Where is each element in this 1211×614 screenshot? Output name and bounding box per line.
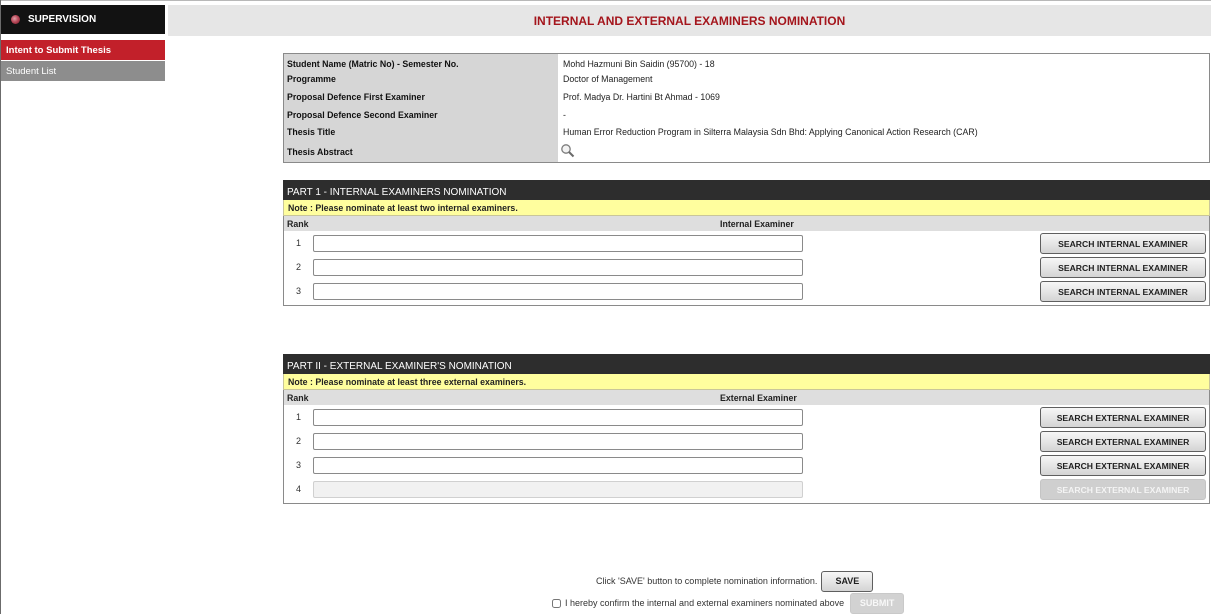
save-instruction: Click 'SAVE' button to complete nominati… — [596, 570, 874, 592]
info-row-thesis-abstract: Thesis Abstract — [284, 144, 1209, 159]
table-header: Rank Internal Examiner — [284, 216, 1209, 231]
col-examiner: External Examiner — [720, 392, 797, 403]
col-examiner: Internal Examiner — [720, 218, 794, 229]
rank-number: 1 — [296, 238, 302, 248]
external-examiners-section: PART II - EXTERNAL EXAMINER'S NOMINATION… — [283, 354, 1210, 504]
info-label: Thesis Abstract — [287, 146, 353, 157]
info-row-student: Student Name (Matric No) - Semester No. … — [284, 56, 1209, 71]
window-top-border — [0, 0, 1211, 1]
confirm-row: I hereby confirm the internal and extern… — [552, 592, 905, 614]
rank-number: 4 — [296, 484, 302, 494]
info-label: Student Name (Matric No) - Semester No. — [287, 58, 459, 69]
col-rank: Rank — [287, 218, 309, 229]
external-examiner-input-3[interactable] — [313, 457, 803, 474]
section-title: PART II - EXTERNAL EXAMINER'S NOMINATION — [283, 354, 1210, 374]
table-row: 2 SEARCH INTERNAL EXAMINER — [284, 256, 1209, 280]
section-note: Note : Please nominate at least two inte… — [283, 200, 1210, 216]
internal-examiners-section: PART 1 - INTERNAL EXAMINERS NOMINATION N… — [283, 180, 1210, 306]
confirm-label: I hereby confirm the internal and extern… — [565, 598, 845, 608]
info-value — [558, 143, 575, 160]
table-row: 4 SEARCH EXTERNAL EXAMINER — [284, 478, 1209, 502]
student-info-table: Student Name (Matric No) - Semester No. … — [283, 53, 1210, 163]
table-row: 1 SEARCH INTERNAL EXAMINER — [284, 232, 1209, 256]
table-row: 2 SEARCH EXTERNAL EXAMINER — [284, 430, 1209, 454]
sidebar-item-label: Intent to Submit Thesis — [6, 44, 112, 56]
info-value: Human Error Reduction Program in Silterr… — [563, 126, 978, 137]
info-label: Proposal Defence First Examiner — [287, 91, 425, 102]
info-value: Doctor of Management — [563, 73, 653, 84]
sidebar-item-student-list[interactable]: Student List — [1, 61, 165, 81]
info-value: - — [563, 109, 566, 120]
search-internal-examiner-button-1[interactable]: SEARCH INTERNAL EXAMINER — [1040, 233, 1206, 254]
search-external-examiner-button-1[interactable]: SEARCH EXTERNAL EXAMINER — [1040, 407, 1206, 428]
info-value: Mohd Hazmuni Bin Saidin (95700) - 18 — [563, 58, 715, 69]
window-left-border — [0, 0, 1, 614]
section-title: PART 1 - INTERNAL EXAMINERS NOMINATION — [283, 180, 1210, 200]
magnify-icon[interactable] — [560, 143, 575, 158]
sidebar-item-intent-to-submit-thesis[interactable]: Intent to Submit Thesis — [1, 40, 165, 60]
info-row-programme: Programme Doctor of Management — [284, 71, 1209, 86]
sidebar-header-label: SUPERVISION — [28, 14, 97, 25]
internal-examiner-input-2[interactable] — [313, 259, 803, 276]
external-examiner-table: Rank External Examiner 1 SEARCH EXTERNAL… — [283, 390, 1210, 504]
info-label: Programme — [287, 73, 336, 84]
info-label: Proposal Defence Second Examiner — [287, 109, 438, 120]
rank-number: 2 — [296, 436, 302, 446]
info-row-thesis-title: Thesis Title Human Error Reduction Progr… — [284, 124, 1209, 139]
internal-examiner-input-3[interactable] — [313, 283, 803, 300]
rank-number: 1 — [296, 412, 302, 422]
sidebar-item-label: Student List — [6, 65, 57, 77]
external-examiner-input-1[interactable] — [313, 409, 803, 426]
table-header: Rank External Examiner — [284, 390, 1209, 405]
info-value: Prof. Madya Dr. Hartini Bt Ahmad - 1069 — [563, 91, 720, 102]
section-note: Note : Please nominate at least three ex… — [283, 374, 1210, 390]
submit-button: SUBMIT — [850, 592, 905, 614]
search-external-examiner-button-4: SEARCH EXTERNAL EXAMINER — [1040, 479, 1206, 500]
rank-number: 2 — [296, 262, 302, 272]
internal-examiner-table: Rank Internal Examiner 1 SEARCH INTERNAL… — [283, 216, 1210, 306]
info-row-first-examiner: Proposal Defence First Examiner Prof. Ma… — [284, 89, 1209, 104]
save-button[interactable]: SAVE — [821, 570, 874, 592]
search-internal-examiner-button-3[interactable]: SEARCH INTERNAL EXAMINER — [1040, 281, 1206, 302]
sidebar-header: SUPERVISION — [1, 5, 165, 34]
info-label: Thesis Title — [287, 126, 336, 137]
search-external-examiner-button-2[interactable]: SEARCH EXTERNAL EXAMINER — [1040, 431, 1206, 452]
external-examiner-input-2[interactable] — [313, 433, 803, 450]
table-row: 3 SEARCH EXTERNAL EXAMINER — [284, 454, 1209, 478]
col-rank: Rank — [287, 392, 309, 403]
external-examiner-input-4 — [313, 481, 803, 498]
bullet-icon — [11, 15, 20, 24]
rank-number: 3 — [296, 286, 302, 296]
save-instruction-text: Click 'SAVE' button to complete nominati… — [596, 576, 818, 586]
search-external-examiner-button-3[interactable]: SEARCH EXTERNAL EXAMINER — [1040, 455, 1206, 476]
search-internal-examiner-button-2[interactable]: SEARCH INTERNAL EXAMINER — [1040, 257, 1206, 278]
info-row-second-examiner: Proposal Defence Second Examiner - — [284, 107, 1209, 122]
internal-examiner-input-1[interactable] — [313, 235, 803, 252]
confirm-checkbox[interactable] — [552, 598, 561, 608]
table-row: 1 SEARCH EXTERNAL EXAMINER — [284, 406, 1209, 430]
page-title: INTERNAL AND EXTERNAL EXAMINERS NOMINATI… — [168, 5, 1211, 36]
rank-number: 3 — [296, 460, 302, 470]
table-row: 3 SEARCH INTERNAL EXAMINER — [284, 280, 1209, 304]
